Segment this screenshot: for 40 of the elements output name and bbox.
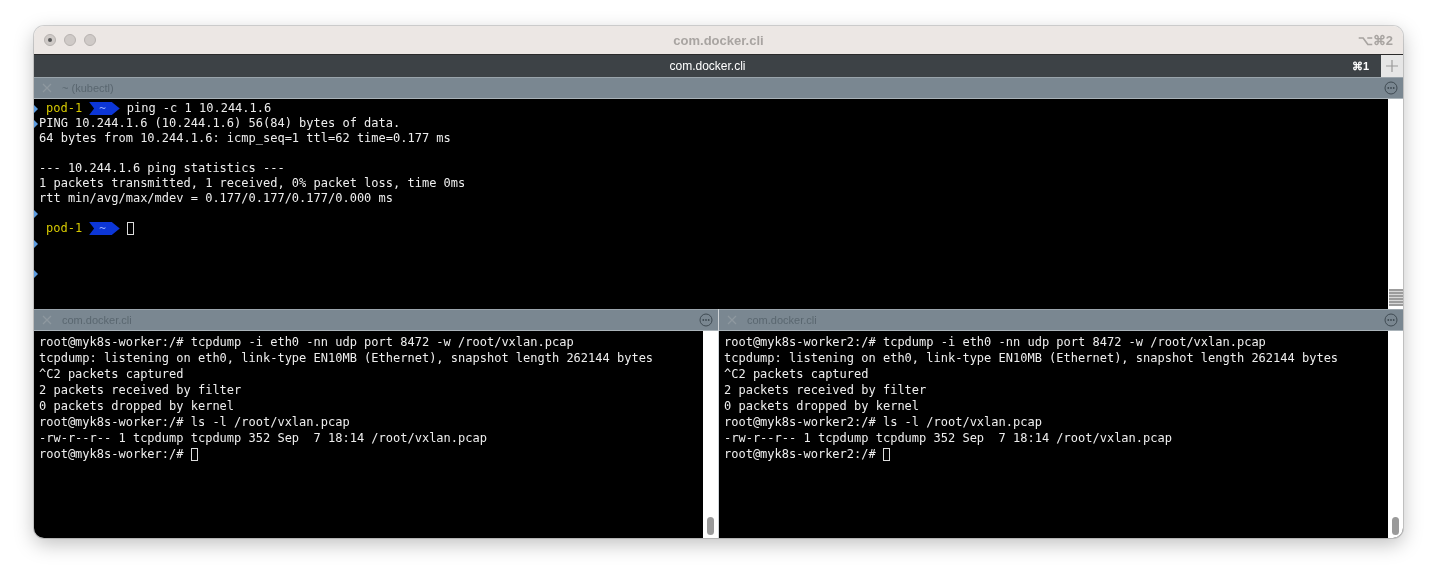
output-line: --- 10.244.1.6 ping statistics --- bbox=[39, 161, 285, 176]
output-line: 0 packets dropped by kernel bbox=[39, 398, 235, 414]
tab[interactable]: com.docker.cli ⌘1 bbox=[34, 55, 1381, 77]
output-line: 64 bytes from 10.244.1.6: icmp_seq=1 ttl=62 time=0.177 ms bbox=[39, 131, 451, 146]
output-line: PING 10.244.1.6 (10.244.1.6) 56(84) bytes of data. bbox=[39, 116, 401, 131]
command-text: ping -c 1 10.244.1.6 bbox=[126, 101, 272, 116]
window-title: com.docker.cli bbox=[673, 32, 764, 48]
more-icon[interactable] bbox=[1384, 313, 1398, 327]
more-icon[interactable] bbox=[1384, 81, 1398, 95]
output-line: root@myk8s-worker:/# bbox=[39, 446, 184, 462]
output-line: 1 packets transmitted, 1 received, 0% packet loss, time 0ms bbox=[39, 176, 466, 191]
output-line: tcpdump: listening on eth0, link-type EN10MB (Ethernet), snapshot length 262144 bytes bbox=[39, 350, 654, 366]
output-line: tcpdump: listening on eth0, link-type EN10MB (Ethernet), snapshot length 262144 bytes bbox=[724, 350, 1339, 366]
tab-label: com.docker.cli bbox=[669, 59, 746, 73]
scrollbar-thumb[interactable] bbox=[707, 517, 714, 535]
more-icon[interactable] bbox=[699, 313, 713, 327]
close-button[interactable] bbox=[44, 34, 56, 46]
output-line: -rw-r--r-- 1 tcpdump tcpdump 352 Sep 7 18:14 /root/vxlan.pcap bbox=[724, 430, 1172, 446]
output-line: ^C2 packets captured bbox=[724, 366, 869, 382]
output-line: root@myk8s-worker:/# ls -l /root/vxlan.pcap bbox=[39, 414, 350, 430]
output-line: 0 packets dropped by kernel bbox=[724, 398, 920, 414]
output-line: root@myk8s-worker2:/# tcpdump -i eth0 -nn udp port 8472 -w /root/vxlan.pcap bbox=[724, 334, 1266, 350]
output-line: ^C2 packets captured bbox=[39, 366, 184, 382]
scrollbar-thumb[interactable] bbox=[1392, 517, 1399, 535]
prompt-host: pod-1 bbox=[45, 221, 84, 236]
scrollbar-thumb[interactable] bbox=[1388, 289, 1403, 306]
output-line: -rw-r--r-- 1 tcpdump tcpdump 352 Sep 7 18:14 /root/vxlan.pcap bbox=[39, 430, 487, 446]
output-line: 2 packets received by filter bbox=[39, 382, 242, 398]
output-line: rtt min/avg/max/mdev = 0.177/0.177/0.177/0.000 ms bbox=[39, 191, 393, 206]
output-line: root@myk8s-worker:/# tcpdump -i eth0 -nn udp port 8472 -w /root/vxlan.pcap bbox=[39, 334, 574, 350]
prompt-directory: ~ bbox=[89, 222, 120, 235]
prompt-host: pod-1 bbox=[45, 101, 84, 116]
prompt-directory: ~ bbox=[89, 102, 120, 115]
shortcut-label: ⌥⌘2 bbox=[1357, 32, 1393, 48]
output-line: root@myk8s-worker2:/# ls -l /root/vxlan.pcap bbox=[724, 414, 1042, 430]
output-line: root@myk8s-worker2:/# bbox=[724, 446, 876, 462]
output-line: 2 packets received by filter bbox=[724, 382, 927, 398]
zoom-button[interactable] bbox=[84, 34, 96, 46]
minimize-button[interactable] bbox=[64, 34, 76, 46]
tab-shortcut: ⌘1 bbox=[1351, 59, 1369, 73]
